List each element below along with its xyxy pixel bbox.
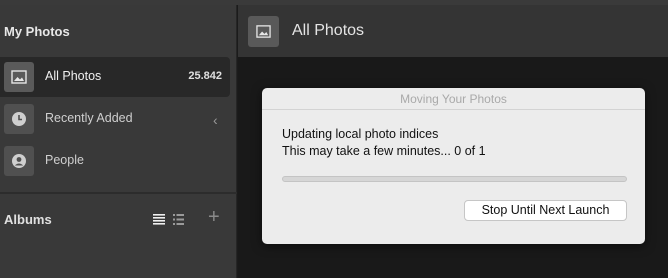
dialog-titlebar: Moving Your Photos — [262, 88, 645, 110]
sidebar-item-all-photos[interactable]: All Photos 25.842 — [0, 57, 230, 97]
sidebar-item-label: People — [45, 153, 84, 167]
sidebar: My Photos All Photos 25.842 Recently Add… — [0, 5, 237, 278]
chevron-left-icon[interactable]: ‹ — [213, 112, 218, 128]
photo-icon — [248, 16, 279, 47]
page-title: All Photos — [292, 22, 365, 39]
sidebar-item-people[interactable]: People — [0, 141, 230, 181]
list-view-icon[interactable] — [153, 214, 165, 225]
detail-list-view-icon[interactable] — [173, 214, 184, 225]
stop-until-next-launch-button[interactable]: Stop Until Next Launch — [464, 200, 627, 221]
photo-count: 25.842 — [188, 70, 222, 82]
sidebar-item-label: All Photos — [45, 69, 102, 83]
sidebar-item-recently-added[interactable]: Recently Added ‹ — [0, 99, 230, 139]
albums-heading: Albums — [4, 212, 52, 227]
dialog-status: This may take a few minutes... 0 of 1 — [282, 144, 486, 158]
clock-icon — [4, 104, 34, 134]
photo-icon — [4, 62, 34, 92]
sidebar-item-label: Recently Added — [45, 111, 133, 125]
progress-bar — [282, 176, 627, 182]
main-header: All Photos — [238, 5, 668, 57]
sidebar-heading: My Photos — [4, 24, 70, 39]
dialog-title: Moving Your Photos — [400, 92, 507, 106]
add-album-button[interactable]: + — [208, 207, 220, 227]
person-icon — [4, 146, 34, 176]
dialog-message: Updating local photo indices — [282, 127, 439, 141]
progress-dialog: Moving Your Photos Updating local photo … — [262, 88, 645, 244]
sidebar-divider — [0, 192, 237, 194]
